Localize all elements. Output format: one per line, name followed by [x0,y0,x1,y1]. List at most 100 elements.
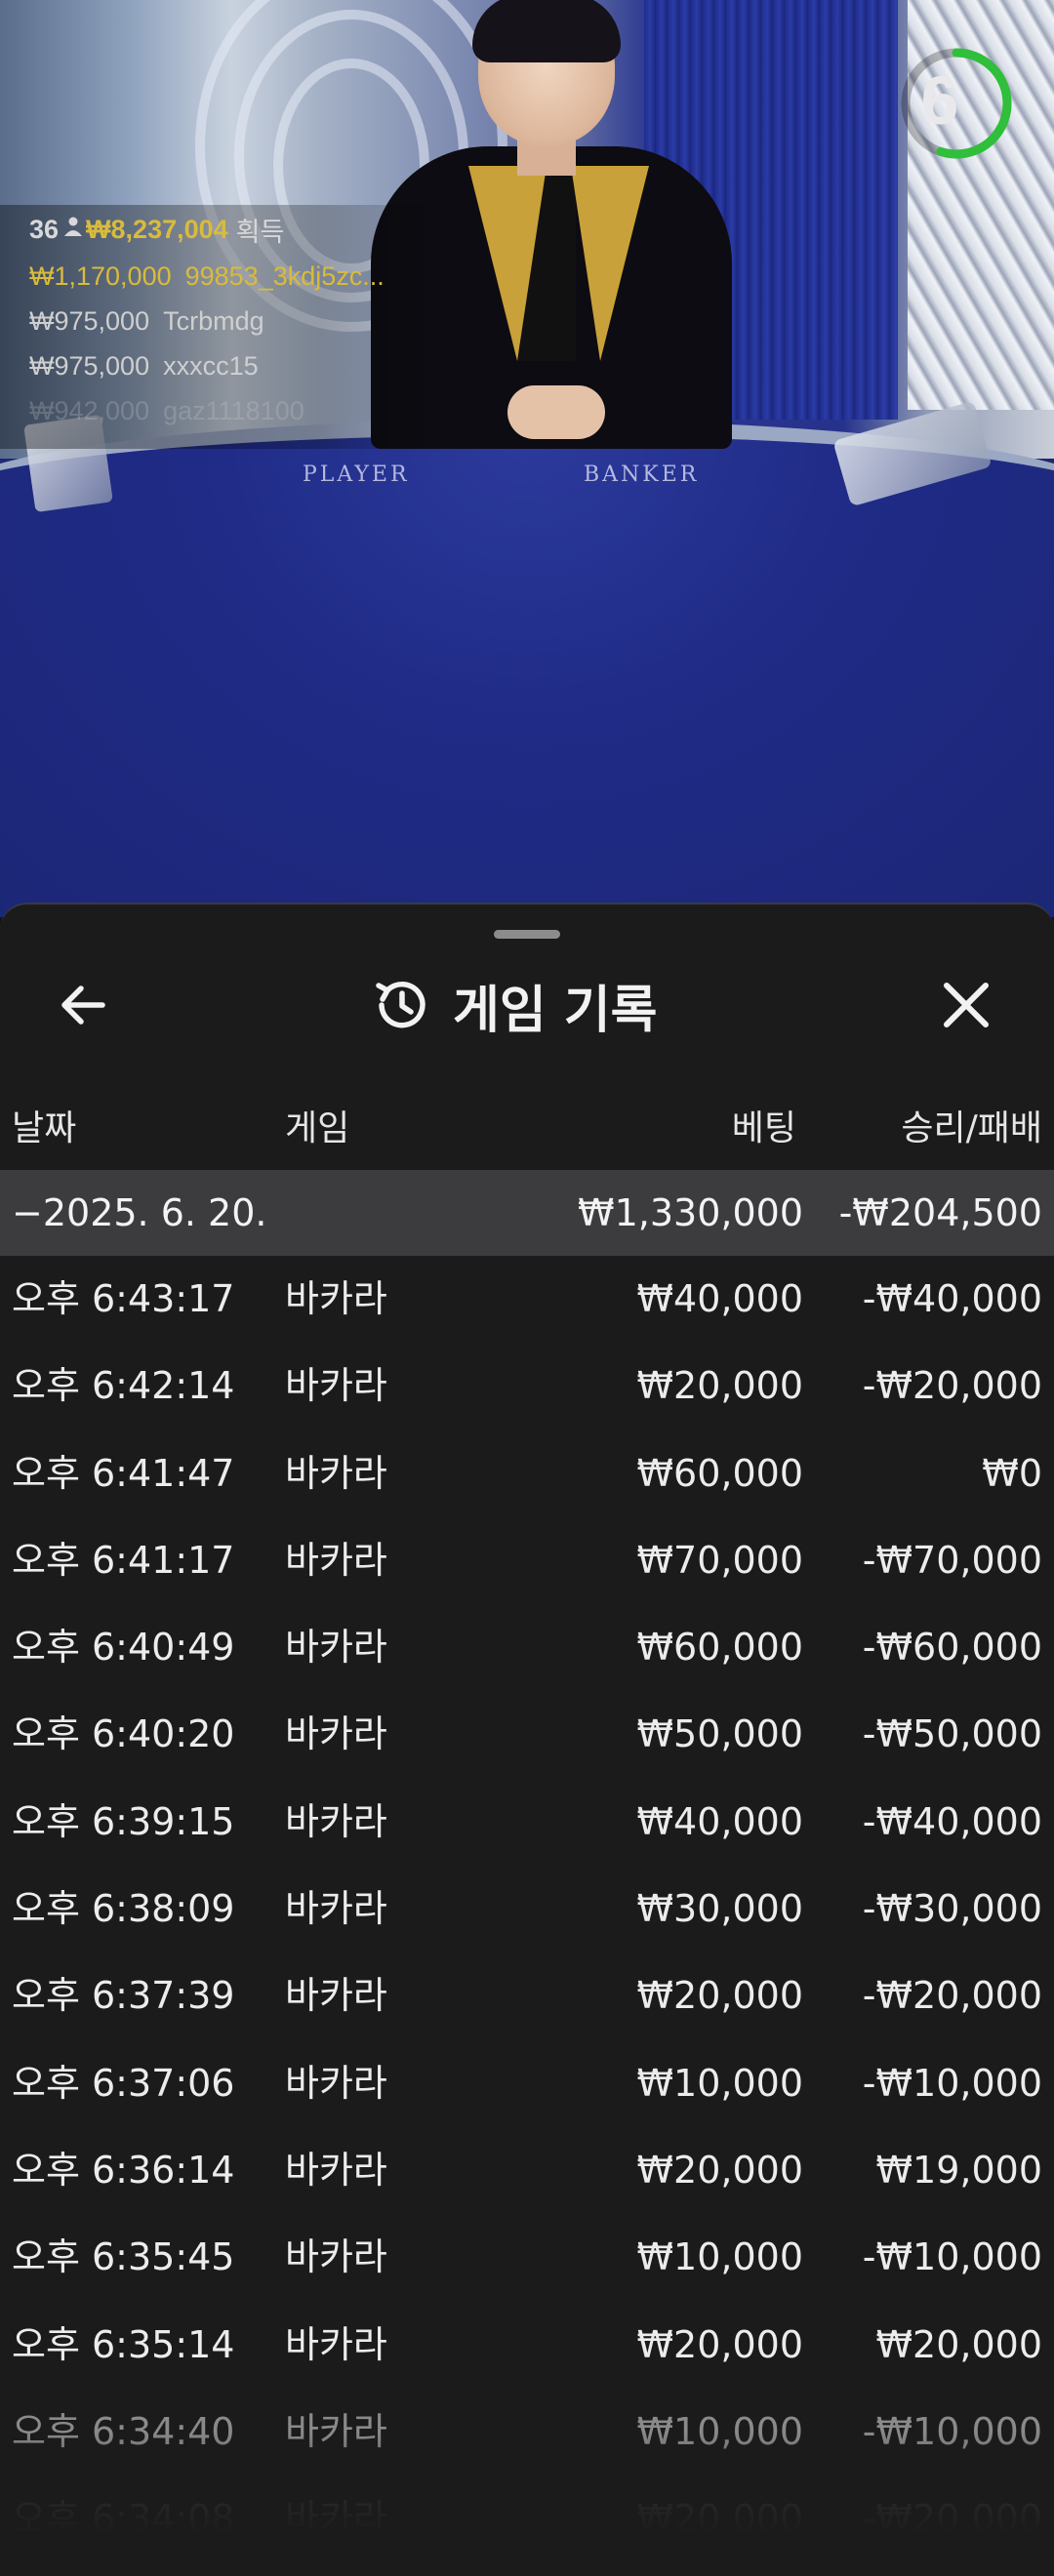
column-header-date: 날짜 [12,1108,77,1148]
table-row[interactable]: 오후 6:40:20 바카라 ₩50,000 -₩50,000 [0,1691,1054,1778]
date-group-bet-total: ₩1,330,000 [578,1191,803,1234]
row-time: 오후 6:35:45 [12,2235,235,2279]
table-row[interactable]: 오후 6:42:14 바카라 ₩20,000 -₩20,000 [0,1343,1054,1429]
column-header-game: 게임 [285,1108,350,1148]
baccarat-table [0,420,1054,917]
live-video-stream: PLAYER BANKER 6 36 ₩8,237,004 획득 ₩1,170,… [0,0,1054,917]
row-game: 바카라 [285,2061,387,2105]
winners-ticker: 36 ₩8,237,004 획득 ₩1,170,000 99853_3kdj5zc… [0,205,459,449]
row-game: 바카라 [285,1277,387,1320]
row-result: -₩60,000 [862,1626,1042,1670]
row-game: 바카라 [285,2322,387,2366]
winner-entry: ₩975,000 Tcrbmdg [29,299,459,343]
winner-amount: ₩975,000 [29,351,150,381]
table-row[interactable]: 오후 6:39:15 바카라 ₩40,000 -₩40,000 [0,1779,1054,1866]
table-row[interactable]: 오후 6:43:17 바카라 ₩40,000 -₩40,000 [0,1256,1054,1343]
row-result: -₩20,000 [862,2497,1042,2541]
row-bet: ₩20,000 [636,2497,803,2541]
date-group-date: −2025. 6. 20. [12,1191,267,1234]
row-time: 오후 6:34:40 [12,2409,235,2453]
row-result: -₩30,000 [862,1887,1042,1931]
row-bet: ₩20,000 [636,2148,803,2192]
row-game: 바카라 [285,1626,387,1670]
column-header-bet: 베팅 [731,1108,796,1148]
date-group-result-total: -₩204,500 [838,1191,1042,1234]
row-game: 바카라 [285,1974,387,2018]
table-row[interactable]: 오후 6:35:14 바카라 ₩20,000 ₩20,000 [0,2302,1054,2389]
row-time: 오후 6:35:14 [12,2322,235,2366]
table-row[interactable]: 오후 6:37:39 바카라 ₩20,000 -₩20,000 [0,1952,1054,2039]
table-row[interactable]: 오후 6:40:49 바카라 ₩60,000 -₩60,000 [0,1604,1054,1691]
column-header-result: 승리/패배 [901,1108,1042,1148]
row-bet: ₩10,000 [636,2235,803,2279]
row-bet: ₩10,000 [636,2409,803,2453]
table-row[interactable]: 오후 6:37:06 바카라 ₩10,000 -₩10,000 [0,2040,1054,2127]
app-root: PLAYER BANKER 6 36 ₩8,237,004 획득 ₩1,170,… [0,0,1054,2576]
row-game: 바카라 [285,1451,387,1495]
row-result: -₩40,000 [862,1799,1042,1843]
table-row[interactable]: 오후 6:34:40 바카라 ₩10,000 -₩10,000 [0,2389,1054,2475]
winner-name: 99853_3kdj5zc... [184,262,385,291]
person-icon [64,217,83,242]
row-game: 바카라 [285,1799,387,1843]
row-result: ₩0 [982,1451,1042,1495]
row-time: 오후 6:40:49 [12,1626,235,1670]
row-bet: ₩60,000 [636,1451,803,1495]
winner-amount: ₩1,170,000 [29,262,172,291]
row-result: -₩70,000 [862,1538,1042,1582]
row-bet: ₩20,000 [636,1364,803,1408]
history-icon [376,982,426,1028]
back-button[interactable] [49,971,117,1039]
row-game: 바카라 [285,1887,387,1931]
countdown-timer-value: 6 [920,62,959,139]
player-table-label: PLAYER [303,463,410,487]
row-time: 오후 6:40:20 [12,1712,235,1756]
row-bet: ₩70,000 [636,1538,803,1582]
table-row[interactable]: 오후 6:38:09 바카라 ₩30,000 -₩30,000 [0,1866,1054,1952]
game-history-sheet: 게임 기록 날짜 게임 베팅 승리/패배 −2025. 6. 20. ₩1,33… [0,903,1054,2576]
close-button[interactable] [932,971,1000,1039]
row-time: 오후 6:36:14 [12,2148,235,2192]
date-group-row[interactable]: −2025. 6. 20. ₩1,330,000 -₩204,500 [0,1170,1054,1256]
row-time: 오후 6:34:08 [12,2497,235,2541]
row-game: 바카라 [285,2235,387,2279]
table-row[interactable]: 오후 6:35:45 바카라 ₩10,000 -₩10,000 [0,2214,1054,2301]
table-row[interactable]: 오후 6:36:14 바카라 ₩20,000 ₩19,000 [0,2127,1054,2214]
winners-total: ₩8,237,004 [86,214,228,244]
row-time: 오후 6:42:14 [12,1364,235,1408]
dealer-lapel [468,166,547,361]
winner-entry: ₩1,170,000 99853_3kdj5zc... [29,254,459,299]
row-result: -₩40,000 [862,1277,1042,1320]
winner-amount: ₩975,000 [29,306,150,336]
row-result: -₩20,000 [862,1364,1042,1408]
close-icon [944,983,989,1027]
row-time: 오후 6:41:17 [12,1538,235,1582]
row-game: 바카라 [285,1364,387,1408]
row-bet: ₩20,000 [636,2322,803,2366]
row-time: 오후 6:37:06 [12,2061,235,2105]
row-game: 바카라 [285,2409,387,2453]
winner-name: Tcrbmdg [163,306,264,336]
winner-name: gaz1118100 [163,396,304,425]
row-time: 오후 6:37:39 [12,1974,235,2018]
page-title: 게임 기록 [453,981,658,1040]
sheet-drag-handle[interactable] [494,930,560,939]
row-time: 오후 6:38:09 [12,1887,235,1931]
row-game: 바카라 [285,2497,387,2541]
row-bet: ₩20,000 [636,1974,803,2018]
dealer-hair [472,0,621,62]
row-bet: ₩10,000 [636,2061,803,2105]
winner-amount: ₩942,000 [29,396,150,425]
table-row[interactable]: 오후 6:41:47 바카라 ₩60,000 ₩0 [0,1430,1054,1517]
winner-name: xxxcc15 [163,351,259,381]
table-row[interactable]: 오후 6:34:08 바카라 ₩20,000 -₩20,000 [0,2475,1054,2562]
row-time: 오후 6:39:15 [12,1799,235,1843]
winners-earned-label: 획득 [235,217,285,247]
row-bet: ₩30,000 [636,1887,803,1931]
row-result: -₩10,000 [862,2061,1042,2105]
table-row[interactable]: 오후 6:41:17 바카라 ₩70,000 -₩70,000 [0,1517,1054,1604]
history-list: 오후 6:43:17 바카라 ₩40,000 -₩40,000 오후 6:42:14 바카… [0,1256,1054,2562]
dealer-hands [507,385,605,439]
winner-entry: ₩942,000 gaz1118100 [29,388,459,433]
row-bet: ₩50,000 [636,1712,803,1756]
